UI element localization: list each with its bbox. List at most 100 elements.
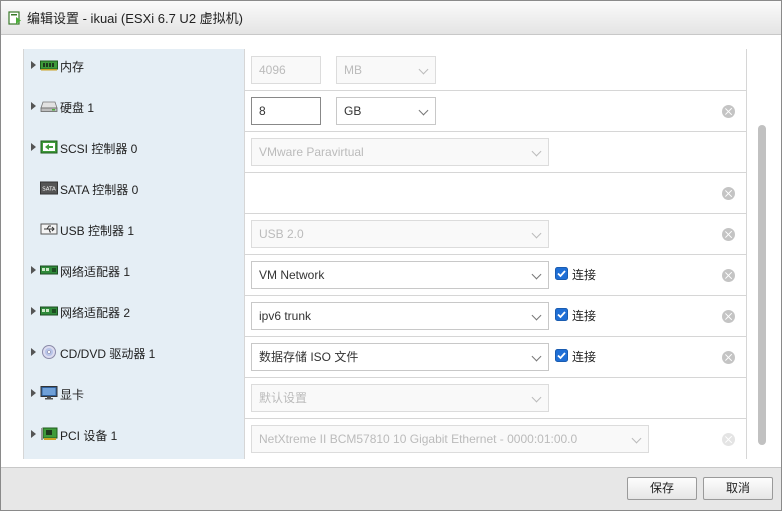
remove-device-icon[interactable]	[722, 351, 735, 364]
device-label-cell: 网络适配器 2	[24, 295, 245, 336]
device-label: 网络适配器 1	[60, 265, 131, 279]
vm-settings-icon	[8, 10, 21, 25]
chevron-down-icon	[531, 228, 542, 239]
memory-icon	[40, 60, 58, 71]
cd-dvd-icon	[42, 345, 56, 359]
connect-label[interactable]: 连接	[572, 348, 596, 365]
device-label: 网络适配器 2	[60, 306, 131, 320]
expand-arrow-icon[interactable]	[31, 389, 36, 397]
chevron-down-icon	[531, 146, 542, 157]
connect-checkbox[interactable]	[555, 349, 568, 362]
device-row-network-adapter-1: 网络适配器 1 VM Network 连接	[24, 254, 746, 296]
expand-arrow-icon[interactable]	[31, 143, 36, 151]
usb-type-value: USB 2.0	[259, 227, 304, 241]
device-label-cell: PCI 设备 1	[24, 418, 245, 459]
cd-dvd-source-select[interactable]: 数据存储 ISO 文件	[251, 343, 549, 371]
usb-type-select[interactable]: USB 2.0	[251, 220, 549, 248]
device-row-video-card: 显卡 默认设置	[24, 377, 746, 419]
video-card-select[interactable]: 默认设置	[251, 384, 549, 412]
remove-device-icon[interactable]	[722, 187, 735, 200]
chevron-down-icon	[418, 105, 429, 116]
scrollbar-thumb[interactable]	[758, 125, 766, 445]
remove-device-icon[interactable]	[722, 310, 735, 323]
device-row-sata-controller: SATA SATA 控制器 0	[24, 172, 746, 214]
device-label: 硬盘 1	[60, 101, 95, 115]
device-label-cell: 网络适配器 1	[24, 254, 245, 295]
device-label-cell: SATA SATA 控制器 0	[24, 172, 245, 213]
device-label-cell: 显卡	[24, 377, 245, 418]
network-adapter-icon	[40, 306, 58, 316]
connect-label[interactable]: 连接	[572, 307, 596, 324]
dialog-title: 编辑设置 - ikuai (ESXi 6.7 U2 虚拟机)	[27, 11, 243, 26]
scsi-controller-icon	[40, 140, 58, 154]
chevron-down-icon	[631, 433, 642, 444]
remove-device-icon[interactable]	[722, 269, 735, 282]
disk-size-input[interactable]: 8	[251, 97, 321, 125]
network-1-value: VM Network	[259, 268, 325, 282]
device-label-cell: 内存	[24, 49, 245, 90]
expand-arrow-icon[interactable]	[31, 61, 36, 69]
scsi-type-value: VMware Paravirtual	[259, 145, 364, 159]
expand-arrow-icon[interactable]	[31, 307, 36, 315]
title-bar: 编辑设置 - ikuai (ESXi 6.7 U2 虚拟机)	[1, 1, 781, 35]
device-table: 内存 4096 MB 硬盘 1 8 GB SCSI 控制器 0 VMware P…	[23, 49, 747, 459]
connect-checkbox[interactable]	[555, 308, 568, 321]
edit-settings-dialog: 编辑设置 - ikuai (ESXi 6.7 U2 虚拟机) 内存 4096 M…	[0, 0, 782, 511]
device-label: SATA 控制器 0	[60, 183, 139, 197]
device-label: USB 控制器 1	[60, 224, 135, 238]
dialog-footer: 保存 取消	[1, 467, 781, 510]
monitor-icon	[40, 386, 58, 400]
device-label-cell: CD/DVD 驱动器 1	[24, 336, 245, 377]
expand-arrow-icon[interactable]	[31, 266, 36, 274]
chevron-down-icon	[531, 269, 542, 280]
connect-checkbox[interactable]	[555, 267, 568, 280]
network-2-select[interactable]: ipv6 trunk	[251, 302, 549, 330]
network-1-select[interactable]: VM Network	[251, 261, 549, 289]
cd-dvd-source-value: 数据存储 ISO 文件	[259, 350, 359, 364]
device-row-network-adapter-2: 网络适配器 2 ipv6 trunk 连接	[24, 295, 746, 337]
usb-icon	[40, 223, 58, 235]
memory-unit-value: MB	[344, 63, 362, 77]
sata-controller-icon: SATA	[40, 181, 58, 195]
expand-arrow-icon[interactable]	[31, 348, 36, 356]
remove-device-icon[interactable]	[722, 228, 735, 241]
device-row-memory: 内存 4096 MB	[24, 49, 746, 91]
device-row-usb-controller: USB 控制器 1 USB 2.0	[24, 213, 746, 255]
pci-device-value: NetXtreme II BCM57810 10 Gigabit Etherne…	[259, 432, 578, 446]
device-row-cd-dvd-drive: CD/DVD 驱动器 1 数据存储 ISO 文件 连接	[24, 336, 746, 378]
disk-unit-value: GB	[344, 104, 362, 118]
device-label-cell: 硬盘 1	[24, 90, 245, 131]
device-row-pci-device: PCI 设备 1 NetXtreme II BCM57810 10 Gigabi…	[24, 418, 746, 459]
device-row-hard-disk: 硬盘 1 8 GB	[24, 90, 746, 132]
device-row-scsi-controller: SCSI 控制器 0 VMware Paravirtual	[24, 131, 746, 173]
disk-unit-select[interactable]: GB	[336, 97, 436, 125]
pci-device-icon	[41, 427, 58, 440]
device-label: 显卡	[60, 388, 85, 402]
chevron-down-icon	[531, 310, 542, 321]
network-2-value: ipv6 trunk	[259, 309, 312, 323]
device-list-panel: 内存 4096 MB 硬盘 1 8 GB SCSI 控制器 0 VMware P…	[1, 35, 781, 467]
sata-icon-text: SATA	[42, 187, 56, 193]
vertical-scrollbar[interactable]	[758, 125, 767, 447]
expand-arrow-icon[interactable]	[31, 430, 36, 438]
scsi-type-select[interactable]: VMware Paravirtual	[251, 138, 549, 166]
device-label-cell: USB 控制器 1	[24, 213, 245, 254]
device-label: CD/DVD 驱动器 1	[60, 347, 156, 361]
remove-device-icon[interactable]	[722, 105, 735, 118]
video-card-value: 默认设置	[259, 391, 308, 405]
network-adapter-icon	[40, 265, 58, 275]
chevron-down-icon	[418, 64, 429, 75]
memory-unit-select[interactable]: MB	[336, 56, 436, 84]
pci-device-select[interactable]: NetXtreme II BCM57810 10 Gigabit Etherne…	[251, 425, 649, 453]
cancel-button[interactable]: 取消	[703, 477, 773, 500]
memory-size-input[interactable]: 4096	[251, 56, 321, 84]
device-label: 内存	[60, 60, 85, 74]
chevron-down-icon	[531, 392, 542, 403]
connect-label[interactable]: 连接	[572, 266, 596, 283]
device-label: PCI 设备 1	[60, 429, 118, 443]
expand-arrow-icon[interactable]	[31, 102, 36, 110]
device-label: SCSI 控制器 0	[60, 142, 138, 156]
remove-device-icon[interactable]	[722, 433, 735, 446]
save-button[interactable]: 保存	[627, 477, 697, 500]
chevron-down-icon	[531, 351, 542, 362]
